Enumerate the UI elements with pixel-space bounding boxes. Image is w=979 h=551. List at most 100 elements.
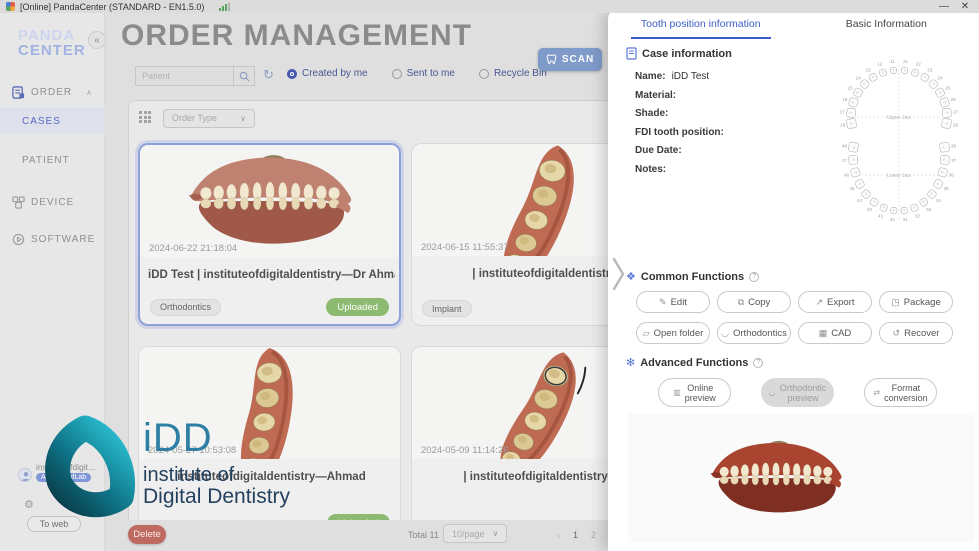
case-information-heading: Case information — [626, 47, 732, 60]
online-preview-button[interactable]: ▥Online preview — [658, 378, 731, 407]
edit-button[interactable]: ✎Edit — [636, 291, 710, 313]
search-button[interactable] — [233, 66, 255, 86]
copy-icon: ⧉ — [738, 297, 744, 308]
to-web-button[interactable]: To web — [27, 516, 81, 532]
sidebar-item-software[interactable]: SOFTWARE — [0, 229, 105, 249]
3d-preview-viewport[interactable] — [628, 413, 975, 543]
case-card[interactable]: 2024-05-27 10:53:08 instituteofdigitalde… — [138, 346, 401, 520]
sidebar-item-patient[interactable]: PATIENT — [0, 150, 105, 170]
export-button[interactable]: ↗Export — [798, 291, 872, 313]
svg-text:18: 18 — [840, 122, 846, 127]
svg-text:Upper Jaw: Upper Jaw — [887, 115, 911, 121]
radio-dot — [392, 69, 402, 79]
fdi-tooth-chart[interactable]: 18 17 16 15 — [823, 55, 975, 227]
pandacenter-window: [Online] PandaCenter (STANDARD - EN1.5.0… — [0, 0, 979, 551]
svg-text:33: 33 — [926, 207, 932, 212]
case-date: 2024-05-09 11:14:26 — [421, 445, 509, 456]
radio-recycle-bin[interactable]: Recycle Bin — [479, 68, 547, 79]
panda-center-logo: PANDA CENTER — [18, 28, 86, 58]
svg-text:21: 21 — [903, 59, 909, 64]
user-name: instituteofdigit... — [36, 462, 100, 472]
software-icon — [12, 233, 25, 246]
orthodontic-preview-button[interactable]: ◡Orthodontic preview — [761, 378, 834, 407]
chevron-down-icon: ∨ — [240, 114, 246, 123]
sidebar-item-device[interactable]: DEVICE — [0, 192, 105, 212]
sidebar-item-label: SOFTWARE — [31, 234, 95, 245]
radio-dot — [287, 69, 297, 79]
status-badge: Uploaded — [326, 298, 389, 316]
package-icon: ◳ — [891, 297, 900, 308]
cad-button[interactable]: ▦CAD — [798, 322, 872, 344]
detail-panel: Tooth position information Basic Informa… — [608, 9, 979, 551]
page-size-select[interactable]: 10/page ∨ — [443, 524, 507, 543]
radio-created-by-me[interactable]: Created by me — [287, 68, 368, 79]
recover-button[interactable]: ↺Recover — [879, 322, 953, 344]
open-folder-button[interactable]: ▱Open folder — [636, 322, 710, 344]
order-type-select[interactable]: Order Type ∨ — [163, 109, 255, 128]
case-date: 2024-06-15 11:55:37 — [421, 242, 509, 253]
svg-text:16: 16 — [842, 97, 848, 102]
authorized-lab-badge: AuthorizedLab — [36, 473, 91, 482]
title-bar: [Online] PandaCenter (STANDARD - EN1.5.0… — [0, 0, 979, 13]
sidebar-item-label: ORDER — [31, 87, 72, 98]
tab-tooth-position-information[interactable]: Tooth position information — [608, 9, 794, 39]
panel-collapse-chevron[interactable] — [610, 255, 626, 293]
copy-button[interactable]: ⧉Copy — [717, 291, 791, 313]
svg-text:36: 36 — [949, 173, 955, 178]
svg-text:24: 24 — [937, 75, 943, 80]
svg-text:37: 37 — [951, 158, 957, 163]
prev-page-button[interactable]: ‹ — [557, 530, 560, 540]
detail-tabs: Tooth position information Basic Informa… — [608, 9, 979, 39]
help-icon[interactable]: ? — [749, 272, 759, 282]
settings-gear-icon[interactable]: ⚙ — [24, 498, 34, 511]
user-avatar[interactable] — [18, 468, 32, 482]
close-button[interactable]: ✕ — [957, 1, 973, 12]
svg-text:38: 38 — [951, 144, 957, 149]
minimize-button[interactable]: — — [936, 1, 952, 12]
scan-thumbnail — [140, 145, 399, 257]
case-card[interactable]: 2024-06-22 21:18:04 iDD Test | institute… — [138, 143, 401, 326]
search-input[interactable] — [135, 66, 233, 86]
svg-text:34: 34 — [936, 198, 942, 203]
delete-button[interactable]: Delete — [128, 525, 166, 544]
tab-basic-information[interactable]: Basic Information — [794, 9, 979, 39]
scan-button[interactable]: SCAN — [538, 48, 602, 71]
svg-text:22: 22 — [916, 62, 922, 67]
sidebar-collapse-button[interactable]: « — [88, 31, 106, 49]
help-icon[interactable]: ? — [753, 358, 763, 368]
svg-text:26: 26 — [951, 97, 957, 102]
sidebar-item-order[interactable]: ORDER ∧ — [0, 82, 105, 102]
folder-icon: ▱ — [643, 328, 650, 339]
svg-text:28: 28 — [953, 122, 959, 127]
format-conversion-icon: ⇄ — [873, 388, 880, 398]
sidebar-item-label: CASES — [22, 116, 61, 127]
svg-text:46: 46 — [844, 173, 850, 178]
format-conversion-button[interactable]: ⇄Format conversion — [864, 378, 937, 407]
filter-radios: Created by me Sent to me Recycle Bin — [287, 68, 547, 79]
radio-sent-to-me[interactable]: Sent to me — [392, 68, 455, 79]
search-group — [135, 66, 255, 86]
order-icon — [12, 86, 25, 99]
refresh-icon[interactable]: ↻ — [263, 67, 274, 83]
svg-text:32: 32 — [915, 214, 921, 219]
svg-text:13: 13 — [866, 67, 872, 72]
svg-text:12: 12 — [877, 62, 883, 67]
advanced-functions-heading: ✻ Advanced Functions ? — [626, 356, 763, 369]
common-functions-row2: ▱Open folder ◡Orthodontics ▦CAD ↺Recover — [636, 322, 953, 344]
total-count: Total 11 — [408, 530, 439, 540]
package-button[interactable]: ◳Package — [879, 291, 953, 313]
grid-view-icon[interactable] — [139, 111, 153, 125]
svg-text:Lower Jaw: Lower Jaw — [887, 173, 911, 179]
advanced-functions-row: ▥Online preview ◡Orthodontic preview ⇄Fo… — [658, 378, 937, 407]
orthodontics-button[interactable]: ◡Orthodontics — [717, 322, 791, 344]
case-date: 2024-05-27 10:53:08 — [148, 445, 236, 456]
search-icon — [239, 71, 250, 82]
sidebar-item-label: PATIENT — [22, 155, 70, 166]
page-number-2[interactable]: 2 — [591, 530, 596, 540]
chevron-down-icon: ∨ — [493, 529, 499, 538]
signal-strength-icon — [219, 3, 230, 11]
sidebar: PANDA CENTER ORDER ∧ CASES PATIENT — [0, 13, 105, 551]
page-number-1[interactable]: 1 — [573, 530, 578, 540]
sidebar-item-cases[interactable]: CASES — [0, 108, 105, 134]
device-icon — [12, 196, 25, 209]
